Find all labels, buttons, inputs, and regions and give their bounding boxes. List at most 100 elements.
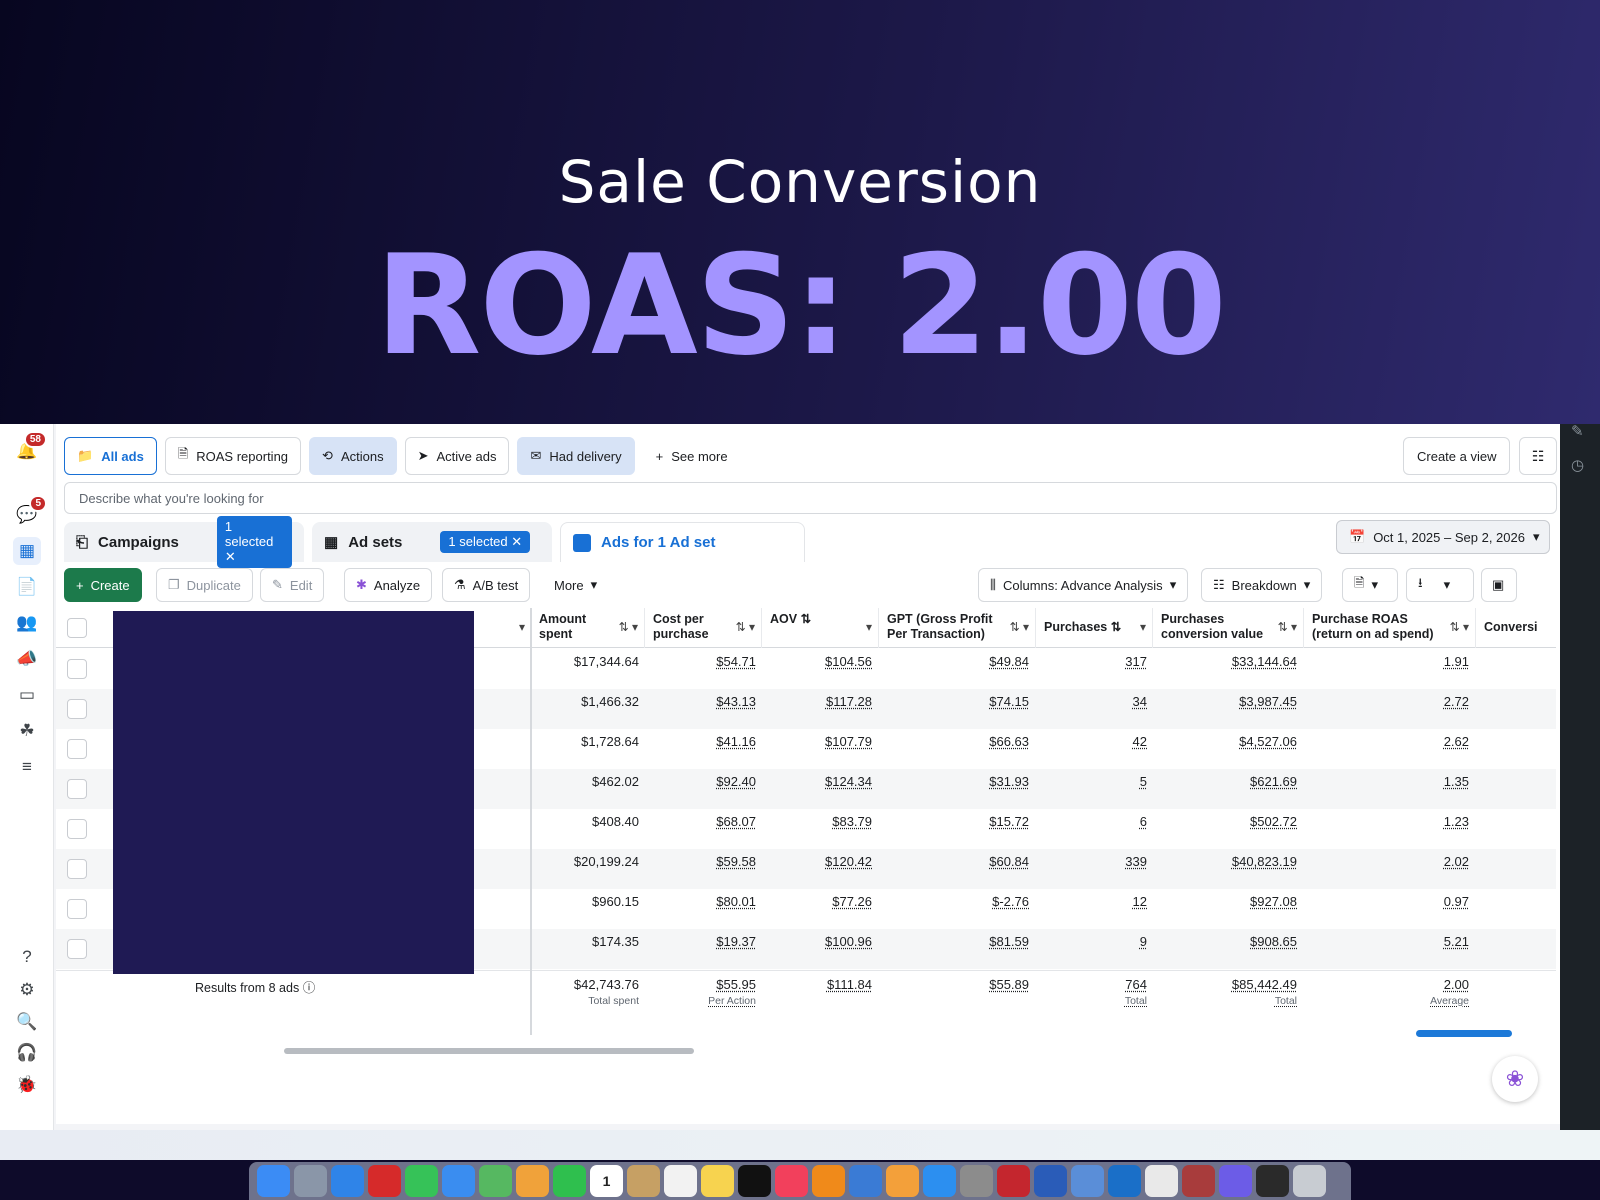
table-cell[interactable]: 12 (1133, 894, 1147, 909)
column-amount-spent[interactable]: Amount spent ⇅ ▾ (531, 608, 645, 648)
table-cell[interactable]: $124.34 (825, 774, 872, 789)
network-icon[interactable]: ☘ (13, 717, 41, 745)
tab-ad-sets[interactable]: ▦ Ad sets 1 selected ✕ (312, 522, 552, 562)
tab-all-ads[interactable]: 📁 All ads (64, 437, 157, 475)
search-icon[interactable]: 🔍 (13, 1008, 41, 1036)
column-purchases[interactable]: Purchases ⇅ ▾ (1036, 608, 1153, 648)
people-icon[interactable]: 👥 (13, 609, 41, 637)
table-cell[interactable]: $104.56 (825, 654, 872, 669)
column-aov[interactable]: AOV ⇅ ▾ (762, 608, 879, 648)
acrobat-icon[interactable] (997, 1165, 1030, 1197)
ai-assistant-button[interactable]: ❀ (1492, 1056, 1538, 1102)
launchpad-icon[interactable] (294, 1165, 327, 1197)
bell-icon[interactable]: 🔔 58 (13, 431, 47, 465)
table-cell[interactable]: $31.93 (989, 774, 1029, 789)
table-cell[interactable]: 1.23 (1444, 814, 1469, 829)
horizontal-scrollbar[interactable] (284, 1048, 694, 1054)
sort-icon[interactable]: ▾ (1140, 620, 1146, 635)
safari-icon[interactable] (331, 1165, 364, 1197)
row-checkbox[interactable] (67, 899, 87, 919)
table-cell[interactable]: $502.72 (1250, 814, 1297, 829)
table-cell[interactable]: $54.71 (716, 654, 756, 669)
column-conversion[interactable]: Conversi (1476, 608, 1556, 648)
tv-icon[interactable] (738, 1165, 771, 1197)
contacts-icon[interactable] (627, 1165, 660, 1197)
table-cell[interactable]: $83.79 (832, 814, 872, 829)
trash-icon[interactable] (1293, 1165, 1326, 1197)
music-icon[interactable] (775, 1165, 808, 1197)
chrome-icon[interactable] (1145, 1165, 1178, 1197)
notes-icon[interactable] (701, 1165, 734, 1197)
sort-icon[interactable]: ⇅ ▾ (736, 620, 755, 635)
table-cell[interactable]: 9 (1140, 934, 1147, 949)
table-cell[interactable]: 5.21 (1444, 934, 1469, 949)
megaphone-icon[interactable]: 📣 (13, 645, 41, 673)
sort-icon[interactable]: ⇅ ▾ (1450, 620, 1469, 635)
tab-actions[interactable]: ⟲ Actions (309, 437, 397, 475)
row-checkbox[interactable] (67, 819, 87, 839)
view-settings-button[interactable]: ☷ (1519, 437, 1557, 475)
table-cell[interactable]: 42 (1133, 734, 1147, 749)
mail-icon[interactable] (442, 1165, 475, 1197)
maps-icon[interactable] (479, 1165, 512, 1197)
table-cell[interactable]: $107.79 (825, 734, 872, 749)
table-cell[interactable]: 1.35 (1444, 774, 1469, 789)
facetime-icon[interactable] (553, 1165, 586, 1197)
table-cell[interactable]: 34 (1133, 694, 1147, 709)
table-cell[interactable]: $120.42 (825, 854, 872, 869)
table-cell[interactable]: 0.97 (1444, 894, 1469, 909)
finder-icon[interactable] (257, 1165, 290, 1197)
table-cell[interactable]: $66.63 (989, 734, 1029, 749)
adsets-selected-badge[interactable]: 1 selected ✕ (440, 531, 531, 553)
sort-icon[interactable]: ⇅ ▾ (619, 620, 638, 635)
create-button[interactable]: + Create (64, 568, 142, 602)
sort-icon[interactable]: ⇅ ▾ (1278, 620, 1297, 635)
select-all-checkbox[interactable] (67, 618, 87, 638)
table-cell[interactable]: 339 (1125, 854, 1147, 869)
table-cell[interactable]: $117.28 (826, 694, 872, 709)
archive-icon[interactable] (1256, 1165, 1289, 1197)
speech-icon[interactable]: 💬 5 (13, 495, 47, 529)
table-cell[interactable]: 2.72 (1444, 694, 1469, 709)
close-icon[interactable]: ✕ (511, 534, 522, 549)
sort-icon[interactable]: ▾ (866, 620, 872, 635)
table-cell[interactable]: $100.96 (825, 934, 872, 949)
reports-dropdown[interactable]: 🗎 ▾ (1342, 568, 1398, 602)
table-cell[interactable]: $15.72 (989, 814, 1029, 829)
table-cell[interactable]: $77.26 (832, 894, 872, 909)
table-cell[interactable]: $-2.76 (992, 894, 1029, 909)
tab-ads[interactable]: Ads for 1 Ad set (560, 522, 805, 562)
headset-icon[interactable]: 🎧 (13, 1039, 41, 1067)
system-settings-icon[interactable] (960, 1165, 993, 1197)
pages-icon[interactable]: 📄 (13, 573, 41, 601)
tab-active-ads[interactable]: ➤ Active ads (404, 437, 510, 475)
table-cell[interactable]: $908.65 (1250, 934, 1297, 949)
app-store-icon[interactable] (923, 1165, 956, 1197)
messages-icon[interactable] (405, 1165, 438, 1197)
close-icon[interactable]: ✕ (225, 549, 236, 564)
preview-icon[interactable] (1071, 1165, 1104, 1197)
table-cell[interactable]: $4,527.06 (1239, 734, 1297, 749)
row-checkbox[interactable] (67, 859, 87, 879)
gear-icon[interactable]: ⚙ (13, 976, 41, 1004)
row-checkbox[interactable] (67, 659, 87, 679)
table-cell[interactable]: $80.01 (716, 894, 756, 909)
info-icon[interactable]: ⓘ (303, 981, 316, 995)
calendar-icon[interactable]: 1 (590, 1165, 623, 1197)
table-cell[interactable]: $621.69 (1250, 774, 1297, 789)
row-checkbox[interactable] (67, 739, 87, 759)
more-button[interactable]: More ▾ (542, 568, 610, 602)
charts-button[interactable]: ▣ (1481, 568, 1517, 602)
table-cell[interactable]: 2.62 (1444, 734, 1469, 749)
tab-had-delivery[interactable]: ✉ Had delivery (517, 437, 635, 475)
table-icon[interactable]: ▦ (13, 537, 41, 565)
table-cell[interactable]: 1.91 (1444, 654, 1469, 669)
table-cell[interactable]: $33,144.64 (1232, 654, 1297, 669)
tab-roas-reporting[interactable]: 🗎 ROAS reporting (164, 437, 302, 475)
table-cell[interactable]: $74.15 (989, 694, 1029, 709)
chrome-helper-icon[interactable] (1219, 1165, 1252, 1197)
column-purchases-conversion-value[interactable]: Purchases conversion value ⇅ ▾ (1153, 608, 1304, 648)
date-range-picker[interactable]: 📅 Oct 1, 2025 – Sep 2, 2026 ▾ (1336, 520, 1550, 554)
word-icon[interactable] (1034, 1165, 1067, 1197)
table-cell[interactable]: $41.16 (716, 734, 756, 749)
